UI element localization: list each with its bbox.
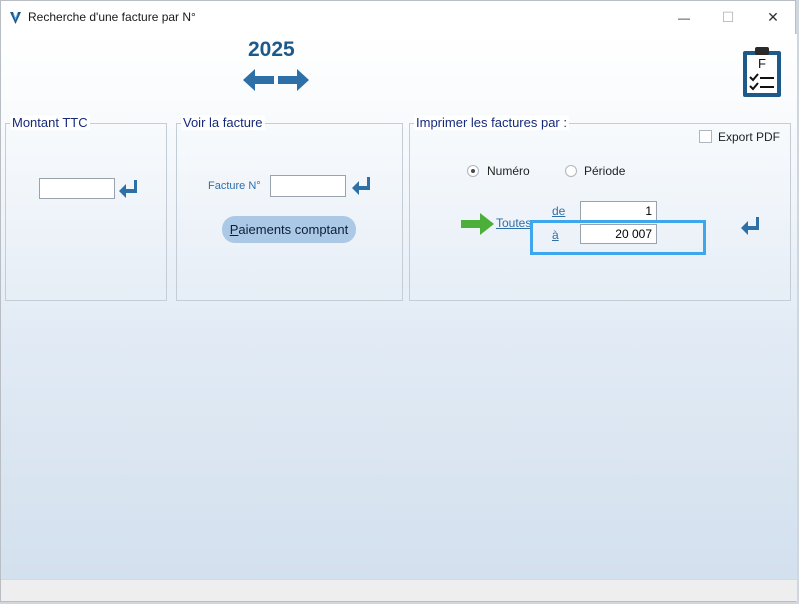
app-window: Recherche d'une facture par N° — ☐ ✕ 202… [0, 0, 797, 602]
montant-ttc-group: Montant TTC [5, 115, 167, 301]
radio-numero[interactable] [467, 165, 479, 177]
imprimer-enter-icon[interactable] [740, 216, 762, 236]
voir-facture-title: Voir la facture [181, 115, 265, 130]
imprimer-title: Imprimer les factures par : [414, 115, 569, 130]
montant-ttc-title: Montant TTC [10, 115, 90, 130]
voir-facture-group: Voir la facture [176, 115, 403, 301]
radio-numero-selected-dot [471, 169, 475, 173]
radio-periode-label[interactable]: Période [584, 164, 625, 178]
year-switch-arrows-icon[interactable] [242, 67, 310, 93]
montant-enter-icon[interactable] [118, 179, 140, 199]
export-pdf-checkbox[interactable] [699, 130, 712, 143]
client-area [1, 34, 797, 579]
window-title: Recherche d'une facture par N° [28, 10, 196, 24]
de-label[interactable]: de [552, 204, 565, 218]
radio-numero-label[interactable]: Numéro [487, 164, 530, 178]
montant-ttc-input[interactable] [39, 178, 115, 199]
radio-periode[interactable] [565, 165, 577, 177]
maximize-button[interactable]: ☐ [705, 1, 751, 34]
minimize-button[interactable]: — [661, 1, 707, 34]
toutes-link[interactable]: Toutes [496, 216, 531, 230]
title-bar[interactable]: Recherche d'une facture par N° — ☐ ✕ [1, 1, 795, 34]
export-pdf-label[interactable]: Export PDF [718, 130, 780, 144]
paiements-comptant-label: Paiements comptant [229, 222, 349, 237]
app-logo-icon [10, 12, 21, 24]
facture-number-label: Facture N° [208, 180, 261, 192]
close-button[interactable]: ✕ [750, 1, 796, 34]
minimize-icon: — [678, 10, 690, 25]
facture-number-input[interactable] [270, 175, 346, 197]
clipboard-icon[interactable]: F [741, 45, 783, 99]
facture-enter-icon[interactable] [351, 176, 373, 196]
paiements-comptant-button[interactable]: Paiements comptant [222, 216, 356, 243]
a-input-highlight [530, 220, 706, 255]
maximize-icon: ☐ [721, 9, 735, 25]
close-icon: ✕ [767, 9, 779, 25]
year-label: 2025 [248, 38, 295, 61]
green-arrow-right-icon [461, 213, 494, 235]
clipboard-letter: F [758, 56, 766, 71]
status-bar [1, 579, 797, 601]
de-input[interactable]: 1 [580, 201, 657, 221]
